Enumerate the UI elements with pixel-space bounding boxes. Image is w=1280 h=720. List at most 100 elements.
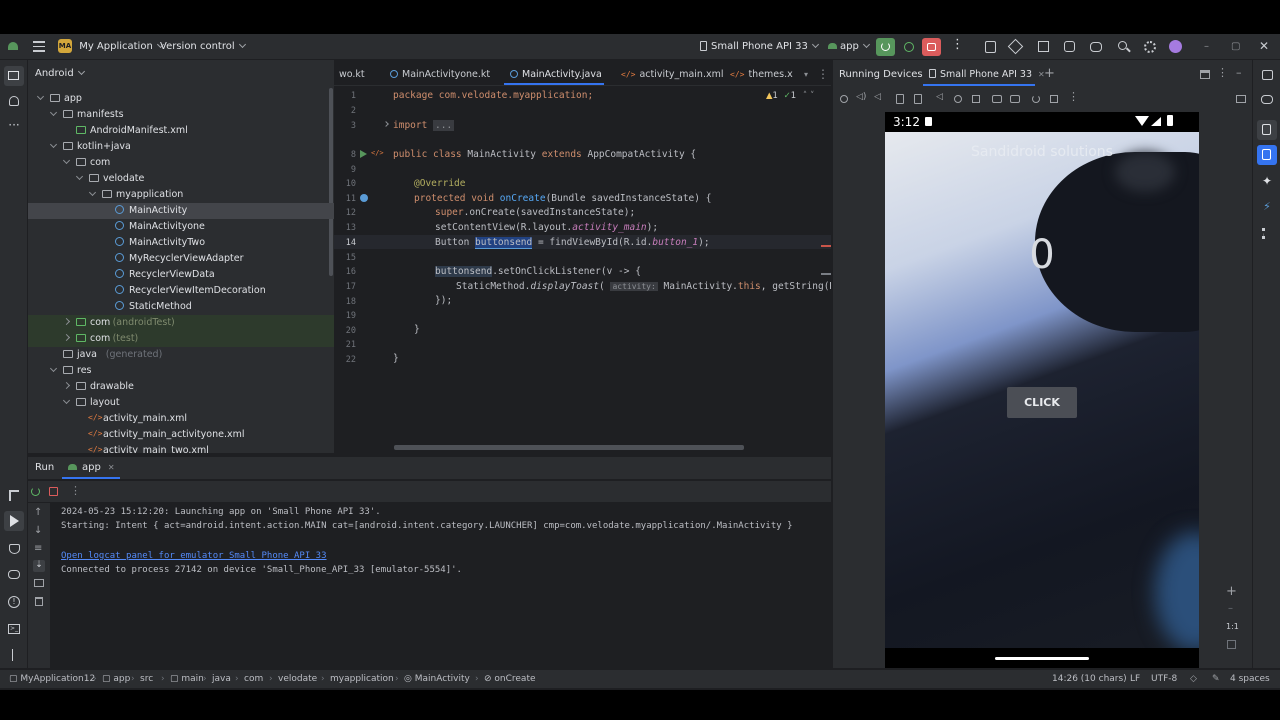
error-stripe-mark[interactable] bbox=[821, 273, 831, 275]
chevron-down-icon[interactable] bbox=[49, 364, 58, 373]
tree-item[interactable]: RecyclerViewData bbox=[28, 267, 334, 283]
edit-lock-icon[interactable]: ◇ bbox=[1190, 674, 1197, 684]
chevron-down-icon[interactable]: ˅ bbox=[810, 91, 814, 101]
home-nav-icon[interactable] bbox=[954, 95, 962, 103]
tab-activity-main-xml[interactable]: </> activity_main.xml bbox=[621, 69, 724, 80]
layout-inspector-icon[interactable] bbox=[1036, 39, 1052, 55]
more-options-icon[interactable]: ⋮ bbox=[1217, 66, 1228, 79]
maximize-button[interactable]: ▢ bbox=[1231, 41, 1240, 52]
tree-item[interactable]: java (generated) bbox=[28, 347, 334, 363]
chevron-down-icon[interactable] bbox=[62, 396, 71, 405]
project-tool-icon[interactable] bbox=[4, 66, 24, 86]
tree-item[interactable]: AndroidManifest.xml bbox=[28, 123, 334, 139]
tree-item[interactable]: kotlin+java bbox=[28, 139, 334, 155]
chevron-down-icon[interactable] bbox=[62, 156, 71, 165]
code-style-icon[interactable]: ✎ bbox=[1212, 674, 1220, 684]
tree-item[interactable]: MainActivityTwo bbox=[28, 235, 334, 251]
more-tools-icon[interactable]: ··· bbox=[6, 118, 22, 134]
volume-up-icon[interactable]: ◁) bbox=[856, 92, 866, 102]
run-gutter-icon[interactable] bbox=[360, 150, 367, 158]
overview-nav-icon[interactable] bbox=[972, 95, 980, 103]
run-console[interactable]: ↑ ↓ ≡ ⇣ 2024-05-23 15:12:20: Launching a… bbox=[28, 503, 831, 668]
tree-item[interactable]: RecyclerViewItemDecoration bbox=[28, 283, 334, 299]
more-actions-icon[interactable]: ⋮ bbox=[951, 37, 964, 52]
ai-assistant-icon[interactable]: ✦ bbox=[1259, 174, 1275, 190]
mirror-icon[interactable] bbox=[1050, 95, 1058, 103]
layout-toggle-icon[interactable] bbox=[1200, 70, 1210, 79]
avatar[interactable] bbox=[1168, 39, 1184, 55]
chevron-down-icon[interactable] bbox=[88, 188, 97, 197]
gemini-icon[interactable] bbox=[1088, 39, 1104, 55]
rerun-icon[interactable] bbox=[31, 487, 40, 496]
chevron-down-icon[interactable] bbox=[49, 108, 58, 117]
tab-overflow-chevron[interactable]: ▾ bbox=[804, 70, 808, 79]
snapshot-icon[interactable] bbox=[1032, 95, 1040, 103]
chevron-right-icon[interactable] bbox=[62, 317, 71, 326]
settings-gear-icon[interactable] bbox=[1142, 39, 1158, 55]
breadcrumb-item[interactable]: com bbox=[244, 674, 263, 684]
project-widget[interactable]: MA My Application bbox=[58, 39, 164, 55]
logcat-link[interactable]: Open logcat panel for emulator Small Pho… bbox=[61, 551, 327, 561]
tab-mainactivity-java[interactable]: MainActivity.java bbox=[510, 69, 602, 80]
cursor-position[interactable]: 14:26 (10 chars) bbox=[1052, 674, 1127, 684]
run-tab-app[interactable]: app ✕ bbox=[68, 462, 115, 473]
line-separator[interactable]: LF bbox=[1130, 674, 1140, 684]
chevron-right-icon[interactable] bbox=[62, 333, 71, 342]
screenshot-icon[interactable] bbox=[992, 95, 1002, 103]
close-window-button[interactable]: ✕ bbox=[1259, 39, 1269, 53]
tree-item[interactable]: velodate bbox=[28, 171, 334, 187]
trash-icon[interactable] bbox=[35, 597, 43, 606]
breadcrumb-item[interactable]: ▢ MyApplication12 bbox=[9, 674, 95, 684]
override-gutter-icon[interactable] bbox=[360, 194, 368, 202]
record-icon[interactable] bbox=[1010, 95, 1020, 103]
file-encoding[interactable]: UTF-8 bbox=[1151, 674, 1177, 684]
scroll-down-icon[interactable]: ↓ bbox=[34, 525, 42, 536]
logcat-icon[interactable] bbox=[6, 567, 22, 583]
problems-icon[interactable]: ! bbox=[6, 594, 22, 610]
tree-item[interactable]: com (androidTest) bbox=[28, 315, 334, 331]
tab-mainactivityone[interactable]: MainActivityone.kt bbox=[390, 69, 490, 80]
structure-icon[interactable] bbox=[1259, 226, 1275, 242]
rotate-right-icon[interactable] bbox=[914, 94, 922, 104]
indent-setting[interactable]: 4 spaces bbox=[1230, 674, 1270, 684]
close-tab-icon[interactable]: ✕ bbox=[108, 463, 115, 472]
chevron-right-icon[interactable] bbox=[62, 381, 71, 390]
more-tabs-icon[interactable]: ⋮ bbox=[817, 67, 829, 81]
back-nav-icon[interactable]: ◁ bbox=[936, 92, 943, 102]
vcs-widget[interactable]: Version control bbox=[160, 40, 246, 52]
tab-themes[interactable]: </> themes.x bbox=[730, 69, 793, 80]
breadcrumb-item[interactable]: ⊘ onCreate bbox=[484, 674, 536, 684]
tree-item[interactable]: com bbox=[28, 155, 334, 171]
tree-item[interactable]: </> activity_main.xml bbox=[28, 411, 334, 427]
gradle-icon[interactable]: ⚡ bbox=[1259, 200, 1275, 216]
tree-item[interactable]: </> activity_main_two.xml bbox=[28, 443, 334, 453]
device-tab[interactable]: Small Phone API 33 ✕ bbox=[929, 69, 1045, 80]
resource-manager-icon[interactable] bbox=[6, 93, 22, 109]
tree-item[interactable]: com (test) bbox=[28, 331, 334, 347]
more-icon[interactable]: ⋮ bbox=[70, 484, 81, 497]
plugin-icon[interactable] bbox=[1062, 39, 1078, 55]
tree-item[interactable]: manifests bbox=[28, 107, 334, 123]
zoom-in-button[interactable]: + bbox=[1226, 584, 1237, 599]
breadcrumb-item[interactable]: myapplication bbox=[330, 674, 394, 684]
xml-link-gutter-icon[interactable]: </> bbox=[371, 149, 384, 157]
app-quality-icon[interactable] bbox=[6, 541, 22, 557]
chevron-down-icon[interactable] bbox=[36, 92, 45, 101]
gesture-handle[interactable] bbox=[995, 657, 1089, 660]
horizontal-scrollbar[interactable] bbox=[394, 445, 744, 450]
debug-button[interactable] bbox=[902, 40, 916, 54]
scroll-end-icon[interactable]: ⇣ bbox=[33, 560, 45, 572]
more-device-icon[interactable]: ⋮ bbox=[1068, 90, 1079, 103]
add-device-tab-button[interactable]: + bbox=[1044, 66, 1055, 81]
tree-item[interactable]: StaticMethod bbox=[28, 299, 334, 315]
device-explorer-icon[interactable] bbox=[1257, 120, 1277, 140]
zoom-fit-icon[interactable] bbox=[1227, 640, 1236, 649]
scroll-up-icon[interactable]: ↑ bbox=[34, 507, 42, 518]
run-config-selector[interactable]: app bbox=[828, 40, 870, 52]
tree-item[interactable]: </> activity_main_activityone.xml bbox=[28, 427, 334, 443]
breadcrumb-item[interactable]: java bbox=[212, 674, 231, 684]
emulator-screen[interactable]: 3:12 Sandidroid solutions 0 CLICK bbox=[885, 112, 1199, 668]
code-editor[interactable]: 1 2 3 8 9 10 11 12 13 14 15 16 17 18 19 … bbox=[334, 87, 831, 453]
chevron-down-icon[interactable] bbox=[49, 140, 58, 149]
zoom-actual-button[interactable]: 1:1 bbox=[1226, 622, 1239, 631]
